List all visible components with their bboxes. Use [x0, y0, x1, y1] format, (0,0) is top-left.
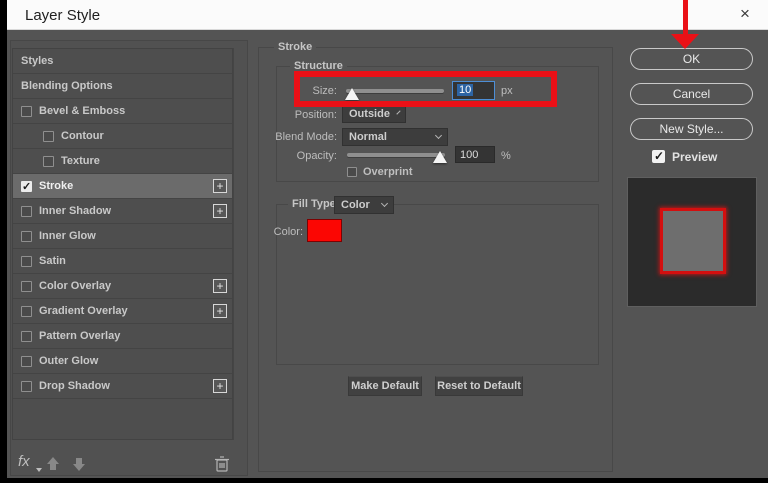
sidebar-item-styles[interactable]: Styles — [13, 49, 232, 74]
move-effect-down-icon[interactable] — [70, 455, 88, 473]
add-effect-instance-icon[interactable]: + — [213, 379, 227, 393]
sidebar-item-label: Drop Shadow — [39, 380, 110, 392]
ok-button[interactable]: OK — [630, 48, 753, 70]
sidebar-item-stroke[interactable]: Stroke + — [13, 174, 232, 199]
add-effect-instance-icon[interactable]: + — [213, 179, 227, 193]
opacity-slider-thumb[interactable] — [433, 151, 448, 163]
stroke-color-swatch[interactable] — [307, 219, 342, 242]
stroke-group-title: Stroke — [274, 41, 317, 53]
annotation-arrow — [683, 0, 688, 36]
effect-checkbox[interactable] — [43, 130, 54, 142]
sidebar-item-label: Blending Options — [21, 80, 113, 92]
fx-menu-button[interactable]: fx — [18, 453, 30, 470]
effect-checkbox[interactable] — [21, 105, 32, 117]
effect-checkbox[interactable] — [21, 355, 32, 367]
effect-checkbox[interactable] — [21, 280, 32, 292]
sidebar-item-label: Styles — [21, 55, 54, 67]
sidebar-divider — [233, 48, 234, 440]
sidebar-item-label: Stroke — [39, 180, 74, 192]
opacity-label: Opacity: — [296, 150, 337, 162]
title-bar: Layer Style × — [7, 0, 768, 30]
effect-checkbox[interactable] — [43, 155, 54, 167]
sidebar-item-pattern-overlay[interactable]: Pattern Overlay — [13, 324, 232, 349]
reset-to-default-button[interactable]: Reset to Default — [435, 376, 523, 396]
sidebar-item-label: Texture — [61, 155, 100, 167]
sidebar-item-outer-glow[interactable]: Outer Glow — [13, 349, 232, 374]
effects-list: Styles Blending Options Bevel & Emboss Cont… — [12, 48, 233, 440]
window-title: Layer Style — [25, 7, 101, 24]
sidebar-item-inner-shadow[interactable]: Inner Shadow + — [13, 199, 232, 224]
sidebar-item-label: Bevel & Emboss — [39, 105, 126, 117]
fill-type-value: Color — [341, 199, 370, 211]
add-effect-instance-icon[interactable]: + — [213, 279, 227, 293]
sidebar-item-label: Inner Shadow — [39, 205, 112, 217]
position-label: Position: — [294, 109, 337, 121]
sidebar-item-label: Satin — [39, 255, 66, 267]
chevron-down-icon — [396, 110, 401, 115]
chevron-down-icon — [380, 199, 389, 208]
style-preview-thumbnail — [627, 177, 757, 307]
sidebar-item-drop-shadow[interactable]: Drop Shadow + — [13, 374, 232, 399]
effect-checkbox[interactable] — [21, 205, 32, 217]
sidebar-item-blending-options[interactable]: Blending Options — [13, 74, 232, 99]
cancel-button[interactable]: Cancel — [630, 83, 753, 105]
new-style-button[interactable]: New Style... — [630, 118, 753, 140]
sidebar-item-bevel-emboss[interactable]: Bevel & Emboss — [13, 99, 232, 124]
sidebar-item-color-overlay[interactable]: Color Overlay + — [13, 274, 232, 299]
effect-checkbox[interactable] — [21, 180, 32, 193]
layer-style-dialog: Layer Style × Styles Blending Options Beve… — [0, 0, 768, 483]
overprint-label: Overprint — [363, 166, 413, 178]
close-icon[interactable]: × — [734, 4, 756, 24]
add-effect-instance-icon[interactable]: + — [213, 304, 227, 318]
blend-mode-value: Normal — [349, 131, 387, 143]
sidebar-item-texture[interactable]: Texture — [13, 149, 232, 174]
effect-checkbox[interactable] — [21, 230, 32, 242]
delete-effect-trash-icon[interactable] — [214, 455, 230, 473]
opacity-input[interactable]: 100 — [455, 146, 495, 163]
move-effect-up-icon[interactable] — [44, 455, 62, 473]
add-effect-instance-icon[interactable]: + — [213, 204, 227, 218]
sidebar-item-inner-glow[interactable]: Inner Glow — [13, 224, 232, 249]
preview-label: Preview — [672, 150, 718, 164]
effect-checkbox[interactable] — [21, 255, 32, 267]
fx-caret-icon — [36, 468, 42, 472]
sidebar-item-label: Pattern Overlay — [39, 330, 121, 342]
sidebar-footer: fx — [12, 453, 233, 477]
sidebar-item-label: Color Overlay — [39, 280, 112, 292]
effect-checkbox[interactable] — [21, 380, 32, 392]
make-default-button[interactable]: Make Default — [348, 376, 422, 396]
opacity-value: 100 — [460, 149, 479, 161]
color-label: Color: — [273, 226, 303, 238]
fill-type-dropdown[interactable]: Color — [334, 196, 394, 214]
sidebar-item-contour[interactable]: Contour — [13, 124, 232, 149]
overprint-checkbox[interactable] — [347, 167, 357, 177]
opacity-unit: % — [501, 150, 511, 162]
sidebar-item-gradient-overlay[interactable]: Gradient Overlay + — [13, 299, 232, 324]
sidebar-item-label: Gradient Overlay — [39, 305, 128, 317]
preview-checkbox[interactable] — [652, 149, 665, 163]
sidebar-item-label: Inner Glow — [39, 230, 96, 242]
blend-mode-dropdown[interactable]: Normal — [342, 128, 448, 146]
position-dropdown[interactable]: Outside — [342, 105, 406, 123]
sidebar-item-satin[interactable]: Satin — [13, 249, 232, 274]
sidebar-item-label: Contour — [61, 130, 104, 142]
blend-mode-label: Blend Mode: — [275, 131, 337, 143]
preview-stroked-square — [660, 208, 726, 274]
opacity-slider-track[interactable] — [347, 153, 445, 157]
effect-checkbox[interactable] — [21, 330, 32, 342]
annotation-rectangle — [294, 71, 557, 107]
sidebar-item-label: Outer Glow — [39, 355, 99, 367]
annotation-arrow-head-icon — [671, 34, 699, 49]
position-value: Outside — [349, 108, 390, 120]
chevron-down-icon — [434, 131, 443, 140]
effect-checkbox[interactable] — [21, 305, 32, 317]
